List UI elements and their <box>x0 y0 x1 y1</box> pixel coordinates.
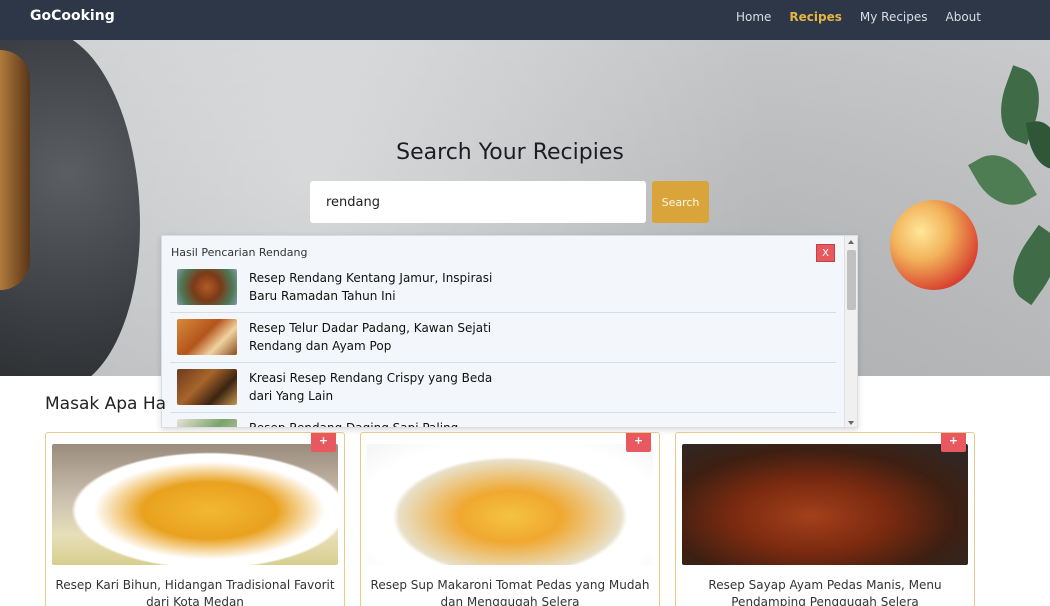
result-thumbnail <box>177 319 237 355</box>
result-item[interactable]: Kreasi Resep Rendang Crispy yang Beda da… <box>170 363 836 413</box>
add-recipe-button[interactable]: + <box>311 433 336 452</box>
result-title: Resep Rendang Kentang Jamur, Inspirasi B… <box>249 271 493 303</box>
result-thumbnail <box>177 369 237 405</box>
results-title: Hasil Pencarian Rendang <box>171 246 308 259</box>
result-item[interactable]: Resep Rendang Kentang Jamur, Inspirasi B… <box>170 263 836 313</box>
recipe-card[interactable]: + Resep Sayap Ayam Pedas Manis, Menu Pen… <box>675 432 975 606</box>
recipe-title: Resep Kari Bihun, Hidangan Tradisional F… <box>55 578 335 606</box>
brand-logo[interactable]: GoCooking <box>30 8 115 24</box>
nav-link-home[interactable]: Home <box>736 10 771 24</box>
result-title: Resep Rendang Daging Sapi Paling <box>249 421 459 428</box>
search-results-dropdown: Hasil Pencarian Rendang X Resep Rendang … <box>161 235 858 428</box>
search-button[interactable]: Search <box>652 181 709 223</box>
result-item[interactable]: Resep Rendang Daging Sapi Paling <box>170 413 836 428</box>
recipe-card[interactable]: + Resep Kari Bihun, Hidangan Tradisional… <box>45 432 345 606</box>
nav-link-about[interactable]: About <box>946 10 981 24</box>
result-title: Resep Telur Dadar Padang, Kawan Sejati R… <box>249 321 492 353</box>
results-list: Resep Rendang Kentang Jamur, Inspirasi B… <box>170 263 836 428</box>
result-thumbnail <box>177 269 237 305</box>
result-title: Kreasi Resep Rendang Crispy yang Beda da… <box>249 371 493 403</box>
result-item[interactable]: Resep Telur Dadar Padang, Kawan Sejati R… <box>170 313 836 363</box>
recipe-image <box>367 444 653 565</box>
hero-apple-image <box>890 200 978 290</box>
hero-title: Search Your Recipies <box>396 140 624 165</box>
nav-link-my-recipes[interactable]: My Recipes <box>860 10 928 24</box>
add-recipe-button[interactable]: + <box>941 433 966 452</box>
recipe-title: Resep Sup Makaroni Tomat Pedas yang Muda… <box>370 578 650 606</box>
recipe-card[interactable]: + Resep Sup Makaroni Tomat Pedas yang Mu… <box>360 432 660 606</box>
section-title: Masak Apa Ha <box>45 394 167 414</box>
hero-leaves-image <box>968 60 1050 360</box>
recipe-image <box>682 444 968 565</box>
add-recipe-button[interactable]: + <box>626 433 651 452</box>
result-thumbnail <box>177 419 237 427</box>
close-results-button[interactable]: X <box>816 244 835 262</box>
results-scrollbar[interactable] <box>844 236 857 427</box>
nav-link-recipes[interactable]: Recipes <box>789 10 841 24</box>
nav-links: Home Recipes My Recipes About <box>736 10 981 24</box>
scroll-down-icon[interactable] <box>848 421 854 425</box>
recipe-title: Resep Sayap Ayam Pedas Manis, Menu Penda… <box>708 578 942 606</box>
scroll-up-icon[interactable] <box>848 240 854 244</box>
search-input[interactable] <box>310 181 646 223</box>
recipe-image <box>52 444 338 565</box>
navbar: GoCooking Home Recipes My Recipes About <box>0 0 1050 40</box>
hero-food-image <box>0 50 30 290</box>
scroll-thumb[interactable] <box>847 250 856 310</box>
